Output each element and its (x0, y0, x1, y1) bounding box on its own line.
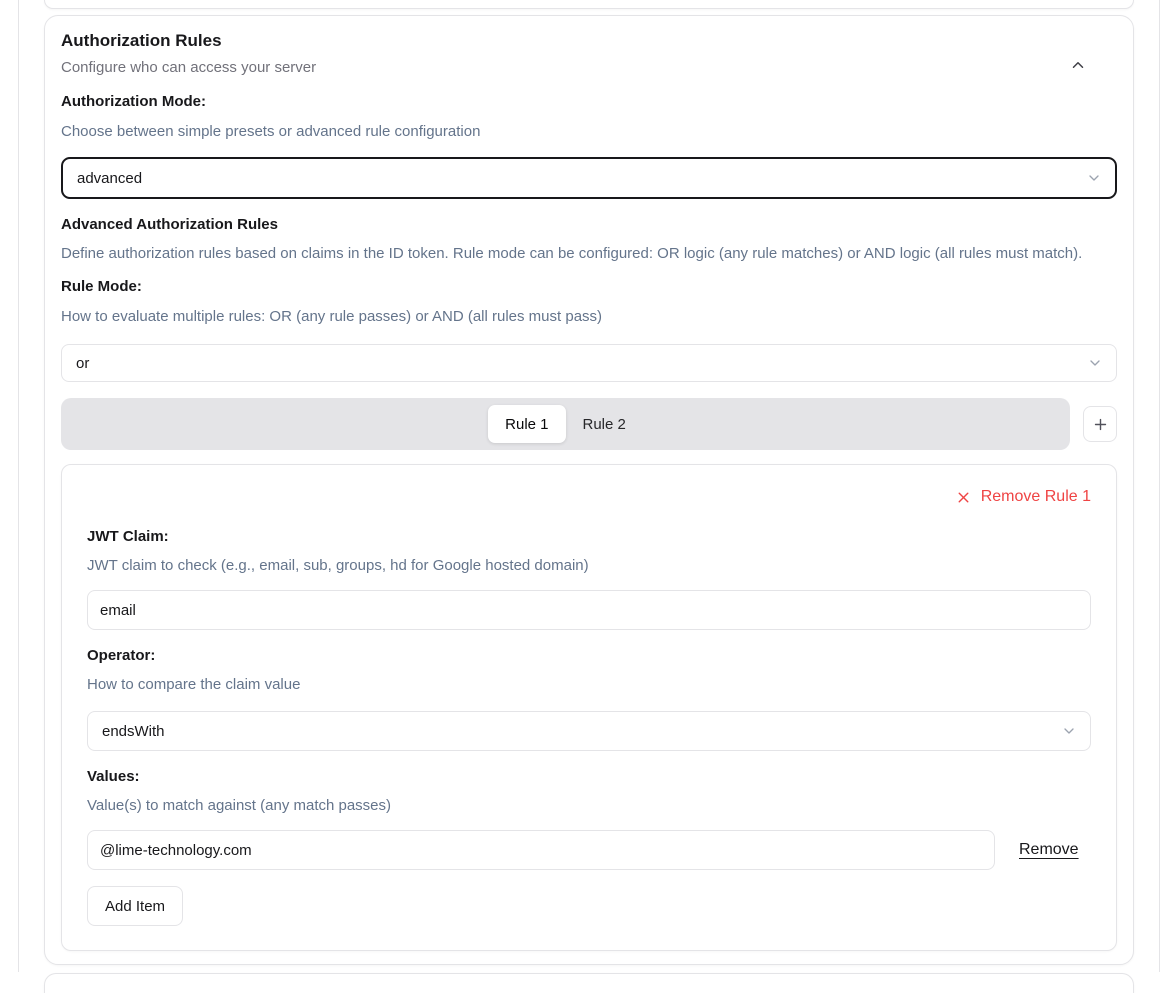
rule-mode-select[interactable]: or (61, 344, 1117, 382)
value-item-row: Remove (87, 830, 1091, 870)
add-item-button[interactable]: Add Item (87, 886, 183, 926)
x-icon (955, 489, 972, 506)
rule-tab-bar: Rule 1 Rule 2 (61, 398, 1070, 450)
remove-rule-button[interactable]: Remove Rule 1 (87, 487, 1091, 507)
advanced-rules-description: Define authorization rules based on clai… (61, 244, 1117, 263)
plus-icon (1092, 416, 1109, 433)
authorization-mode-label: Authorization Mode: (61, 92, 1117, 111)
chevron-down-icon (1061, 723, 1077, 739)
operator-value: endsWith (102, 723, 165, 740)
remove-rule-label: Remove Rule 1 (981, 487, 1091, 507)
jwt-claim-help: JWT claim to check (e.g., email, sub, gr… (87, 556, 1091, 575)
chevron-up-icon (1069, 56, 1087, 74)
chevron-down-icon (1087, 355, 1103, 371)
collapse-section-button[interactable] (1067, 54, 1089, 76)
advanced-rules-title: Advanced Authorization Rules (61, 215, 1117, 234)
jwt-claim-input[interactable] (87, 590, 1091, 630)
tab-rule-1-label: Rule 1 (505, 416, 548, 433)
panel-left-border (18, 0, 19, 972)
add-rule-button[interactable] (1083, 406, 1117, 442)
previous-card-bottom-edge (44, 0, 1134, 9)
tab-rule-1[interactable]: Rule 1 (488, 405, 565, 443)
rule-tabs-row: Rule 1 Rule 2 (61, 398, 1117, 450)
values-help: Value(s) to match against (any match pas… (87, 796, 1091, 815)
authorization-rules-card: Authorization Rules Configure who can ac… (44, 15, 1134, 965)
next-card-top-edge (44, 973, 1134, 993)
operator-help: How to compare the claim value (87, 675, 1091, 694)
operator-select[interactable]: endsWith (87, 711, 1091, 751)
panel-right-border (1159, 0, 1160, 972)
jwt-claim-label: JWT Claim: (87, 527, 1091, 546)
rule-mode-label: Rule Mode: (61, 277, 1117, 296)
authorization-mode-help: Choose between simple presets or advance… (61, 122, 1117, 141)
remove-value-link[interactable]: Remove (1019, 841, 1079, 859)
settings-column: Authorization Rules Configure who can ac… (44, 0, 1134, 993)
values-label: Values: (87, 767, 1091, 786)
rule-1-panel: Remove Rule 1 JWT Claim: JWT claim to ch… (61, 464, 1117, 951)
rule-mode-help: How to evaluate multiple rules: OR (any … (61, 307, 1117, 326)
rule-mode-value: or (76, 355, 89, 372)
tab-rule-2-label: Rule 2 (583, 416, 626, 433)
chevron-down-icon (1086, 170, 1102, 186)
authorization-mode-value: advanced (77, 170, 142, 187)
authorization-mode-select[interactable]: advanced (61, 157, 1117, 199)
card-title: Authorization Rules (61, 30, 1117, 52)
value-input[interactable] (87, 830, 995, 870)
card-subtitle: Configure who can access your server (61, 58, 1117, 78)
tab-rule-2[interactable]: Rule 2 (566, 405, 643, 443)
operator-label: Operator: (87, 646, 1091, 665)
